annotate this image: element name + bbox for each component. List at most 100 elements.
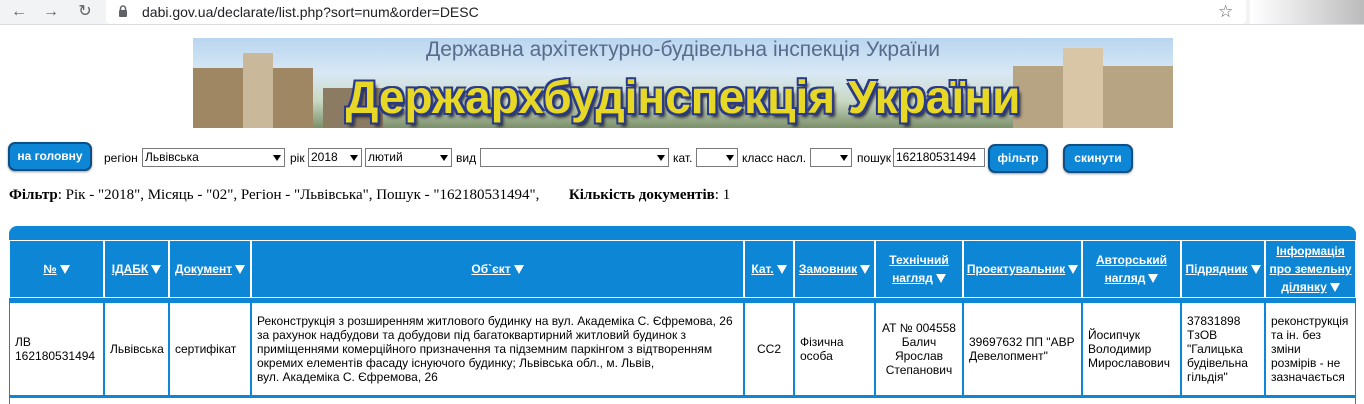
- cell-object: Реконструкція з розширенням житлового бу…: [251, 302, 744, 396]
- cell-author-line: Мирославович: [1088, 356, 1170, 370]
- filter-summary-label: Фільтр: [9, 187, 58, 203]
- sort-triangle-icon[interactable]: [1068, 264, 1079, 274]
- lock-icon: [119, 5, 127, 17]
- month-select-value: лютий: [368, 150, 403, 164]
- sort-contractor-link[interactable]: Підрядник: [1186, 260, 1248, 278]
- sort-triangle-icon[interactable]: [1329, 283, 1340, 293]
- cell-num-value: 162180531494: [15, 349, 96, 363]
- sort-triangle-icon[interactable]: [151, 264, 162, 274]
- sort-tech-link-line2[interactable]: нагляд: [892, 271, 933, 285]
- reset-button[interactable]: скинути: [1063, 144, 1133, 173]
- banner-title: Держархбудінспекція України: [345, 71, 1021, 123]
- month-select[interactable]: лютий: [365, 148, 452, 167]
- sort-triangle-icon[interactable]: [1148, 274, 1159, 284]
- doc-count-label: Кількість документів: [568, 187, 715, 203]
- cell-tech-line: Ярослав: [894, 349, 944, 363]
- year-select-value: 2018: [311, 150, 338, 164]
- chevron-down-icon: [440, 155, 448, 161]
- region-label: регіон: [104, 151, 138, 165]
- sort-object-link[interactable]: Об`єкт: [471, 260, 510, 278]
- type-label: вид: [456, 151, 477, 165]
- sort-triangle-icon[interactable]: [776, 264, 787, 274]
- chevron-down-icon: [273, 155, 281, 161]
- sort-land-link-line3[interactable]: ділянку: [1281, 280, 1327, 294]
- cell-category: СС2: [744, 302, 794, 396]
- site-banner: Державна архітектурно-будівельна інспекц…: [193, 38, 1173, 128]
- cell-num: ЛВ 162180531494: [9, 302, 104, 396]
- sort-num-link[interactable]: №: [43, 260, 56, 278]
- filter-button[interactable]: фільтр: [988, 144, 1048, 173]
- url-text[interactable]: dabi.gov.ua/declarate/list.php?sort=num&…: [142, 4, 479, 20]
- cell-designer-line: Девелопмент": [969, 349, 1048, 363]
- col-header-tech-supervision[interactable]: Технічний нагляд: [875, 240, 963, 298]
- cell-customer-line: особа: [800, 349, 833, 363]
- sort-triangle-icon[interactable]: [59, 264, 70, 274]
- sort-author-link-line2[interactable]: нагляд: [1105, 271, 1146, 285]
- search-input[interactable]: 162180531494: [893, 148, 985, 167]
- col-header-document[interactable]: Документ: [169, 240, 251, 298]
- sort-designer-link[interactable]: Проектувальник: [967, 260, 1065, 278]
- doc-count-value: : 1: [714, 187, 731, 203]
- search-label: пошук: [857, 151, 892, 165]
- cell-land-info: реконструкція та ін. без зміни розмірів …: [1265, 302, 1356, 396]
- col-header-land-info[interactable]: Інформація про земельну ділянку: [1265, 240, 1356, 298]
- col-header-designer[interactable]: Проектувальник: [963, 240, 1082, 298]
- sort-tech-link-line1[interactable]: Технічний: [889, 251, 948, 269]
- cell-tech-line: Степанович: [885, 363, 953, 377]
- sort-customer-link[interactable]: Замовник: [799, 260, 857, 278]
- cell-idabk: Львівська: [104, 302, 169, 396]
- sort-category-link[interactable]: Кат.: [751, 260, 773, 278]
- filter-summary-text: : Рік - "2018", Місяць - "02", Регіон - …: [57, 187, 540, 203]
- chevron-down-icon: [726, 155, 734, 161]
- cell-contractor: 37831898 ТзОВ "Галицька будівельна гільд…: [1181, 302, 1265, 396]
- cell-object-line: Реконструкція з розширенням житлового бу…: [257, 314, 733, 328]
- cell-object-line: за рахунок надбудови та добудови під баг…: [257, 328, 687, 342]
- cell-object-line: окремих елементів фасаду існуючого будин…: [257, 356, 655, 370]
- col-header-customer[interactable]: Замовник: [794, 240, 875, 298]
- region-select[interactable]: Львівська: [142, 148, 285, 167]
- sort-land-link-line2[interactable]: про земельну: [1269, 260, 1351, 278]
- type-select[interactable]: [480, 148, 669, 167]
- cell-tech-line: АТ № 004558: [882, 321, 956, 335]
- cell-contractor-line: ТзОВ: [1187, 328, 1218, 342]
- bookmark-star-icon[interactable]: ☆: [1218, 2, 1233, 22]
- filter-summary: Фільтр: Рік - "2018", Місяць - "02", Рег…: [9, 187, 730, 204]
- sort-author-link-line1[interactable]: Авторський: [1096, 251, 1167, 269]
- cell-author-line: Йосипчук: [1088, 328, 1141, 342]
- class-select[interactable]: [810, 148, 852, 167]
- cell-object-line: приміщеннями комерційного призначення та…: [257, 342, 713, 356]
- sort-triangle-icon[interactable]: [860, 264, 871, 274]
- col-header-category[interactable]: Кат.: [744, 240, 794, 298]
- browser-toolbar: ← → ↻ dabi.gov.ua/declarate/list.php?sor…: [0, 0, 1364, 25]
- chevron-down-icon: [840, 155, 848, 161]
- cell-land-line: реконструкція: [1271, 314, 1349, 328]
- cell-customer-line: Фізична: [800, 335, 844, 349]
- sort-triangle-icon[interactable]: [235, 264, 246, 274]
- cell-contractor-line: 37831898: [1187, 314, 1241, 328]
- col-header-object[interactable]: Об`єкт: [251, 240, 744, 298]
- cell-num-prefix: ЛВ: [15, 335, 31, 349]
- col-header-contractor[interactable]: Підрядник: [1181, 240, 1265, 298]
- sort-document-link[interactable]: Документ: [175, 260, 232, 278]
- category-select[interactable]: [696, 148, 738, 167]
- sort-idabk-link[interactable]: ІДАБК: [112, 260, 149, 278]
- home-button[interactable]: на головну: [8, 142, 92, 171]
- sort-triangle-icon[interactable]: [1250, 264, 1261, 274]
- back-icon[interactable]: ←: [10, 3, 28, 21]
- year-select[interactable]: 2018: [308, 148, 362, 167]
- sort-land-link-line1[interactable]: Інформація: [1276, 242, 1345, 260]
- col-header-author-supervision[interactable]: Авторський нагляд: [1082, 240, 1181, 298]
- cell-customer: Фізична особа: [794, 302, 875, 396]
- cell-author-line: Володимир: [1088, 342, 1152, 356]
- sort-triangle-icon[interactable]: [935, 274, 946, 284]
- col-header-num[interactable]: №: [9, 240, 104, 298]
- chevron-down-icon: [657, 155, 665, 161]
- sort-triangle-icon[interactable]: [513, 264, 524, 274]
- cell-author-supervision: Йосипчук Володимир Мирославович: [1082, 302, 1181, 396]
- col-header-idabk[interactable]: ІДАБК: [104, 240, 169, 298]
- chevron-down-icon: [350, 155, 358, 161]
- reload-icon[interactable]: ↻: [76, 3, 94, 21]
- forward-icon[interactable]: →: [42, 3, 60, 21]
- cell-land-line: зміни: [1271, 342, 1301, 356]
- cell-tech-supervision: АТ № 004558 Балич Ярослав Степанович: [875, 302, 963, 396]
